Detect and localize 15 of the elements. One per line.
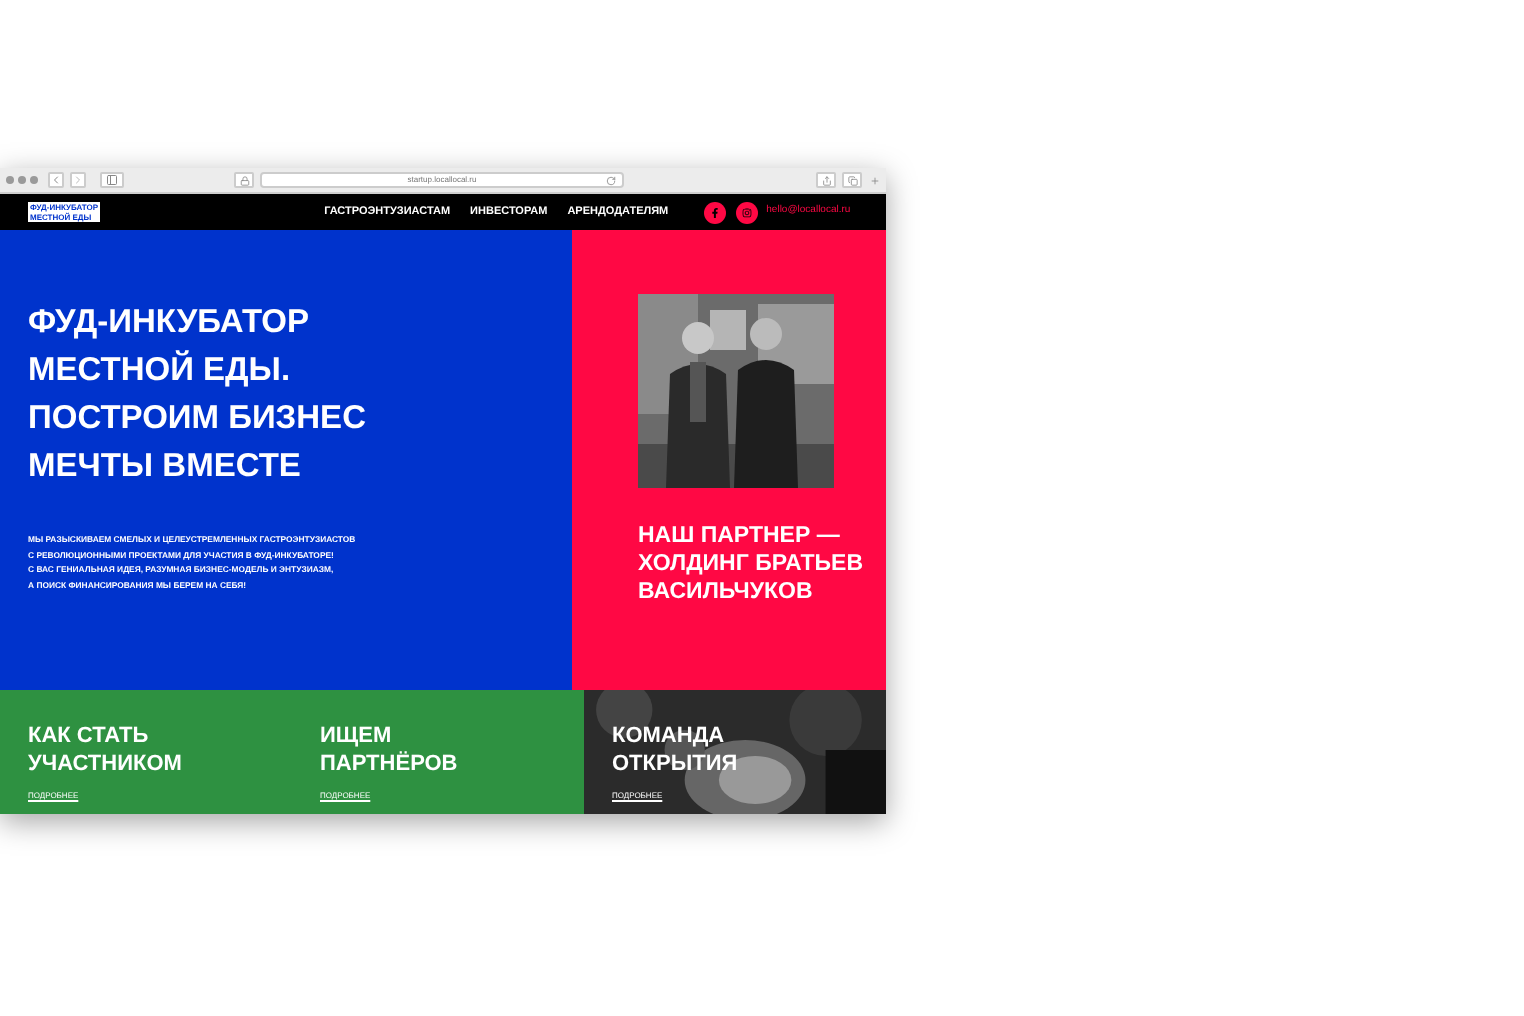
instagram-icon[interactable]	[736, 201, 759, 223]
sidebar-button[interactable]	[100, 172, 124, 188]
lock-button[interactable]	[234, 172, 254, 188]
tabs-button[interactable]	[842, 172, 862, 188]
card-title: ИЩЕМ ПАРТНЁРОВ	[320, 722, 460, 778]
reload-icon	[606, 175, 616, 185]
card-title: КАК СТАТЬ УЧАСТНИКОМ	[28, 722, 184, 778]
share-button[interactable]	[816, 172, 836, 188]
forward-button[interactable]	[70, 172, 86, 188]
hero-title: ФУД-ИНКУБАТОР МЕСТНОЙ ЕДЫ. ПОСТРОИМ БИЗНЕС МЕЧТЫ ВМЕСТЕ	[28, 302, 368, 488]
card-title: КОМАНДА ОТКРЫТИЯ	[612, 722, 740, 778]
new-tab-button[interactable]	[868, 172, 880, 188]
back-button[interactable]	[48, 172, 64, 188]
facebook-icon[interactable]	[704, 201, 727, 223]
partner-title: НАШ ПАРТНЕР — ХОЛДИНГ БРАТЬЕВ ВАСИЛЬЧУКОВ	[638, 522, 866, 606]
